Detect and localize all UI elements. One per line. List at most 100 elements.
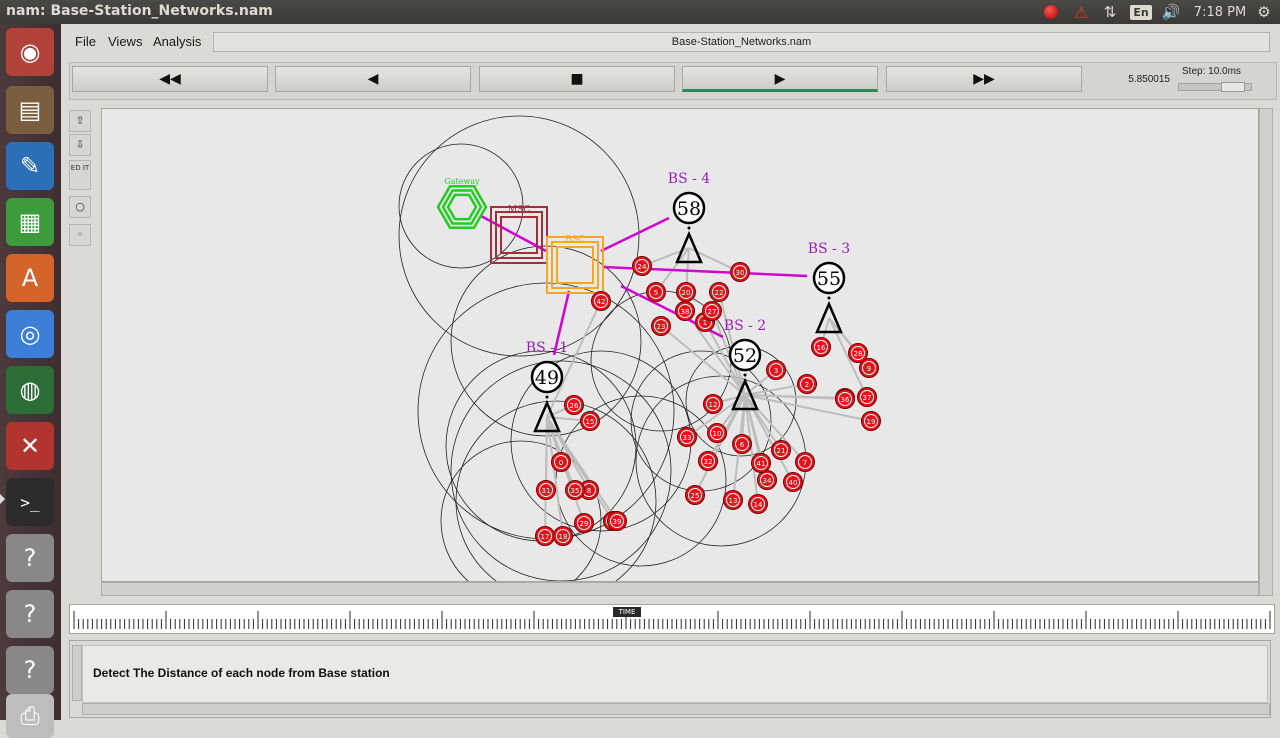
warning-icon[interactable]: ⚠ xyxy=(1070,2,1092,22)
label-bs3: BS - 3 xyxy=(808,241,850,257)
launcher: ◉ ▤ ✎ ▦ A ◎ ◍ ✕ >_ ? ? ? ⎙ xyxy=(0,24,62,738)
network-canvas[interactable]: 49525558 0123456789101112131415161718192… xyxy=(101,108,1259,582)
mobile-node-id: 23 xyxy=(657,323,666,331)
language-label: En xyxy=(1130,4,1152,20)
annotation-panel: Detect The Distance of each node from Ba… xyxy=(69,640,1271,718)
printer-icon[interactable]: ⎙ xyxy=(6,694,54,738)
mobile-node-id: 35 xyxy=(571,487,580,495)
network-icon[interactable]: ⇅ xyxy=(1100,2,1120,22)
rewind-button[interactable]: ◀◀ xyxy=(72,66,268,92)
view-tools: ⇧ ⇩ ED IT ○ ◦ xyxy=(69,108,93,258)
playback-controls: ◀◀ ◀ ■ ▶ ▶▶ 5.850015 Step: 10.0ms xyxy=(69,62,1277,100)
label-bs4: BS - 4 xyxy=(668,171,711,187)
help-icon[interactable]: ? xyxy=(6,590,54,638)
help-icon[interactable]: ? xyxy=(6,646,54,694)
time-marker[interactable]: TIME xyxy=(613,607,641,617)
menu-analysis[interactable]: Analysis xyxy=(153,34,201,49)
label-bs1: BS - 1 xyxy=(526,340,568,356)
zoom-in-icon[interactable]: ⇧ xyxy=(69,110,91,132)
clock[interactable]: 7:18 PM xyxy=(1190,2,1250,22)
menu-file[interactable]: File xyxy=(75,34,96,49)
mobile-node-id: 5 xyxy=(654,289,658,297)
volume-icon[interactable]: 🔊 xyxy=(1160,2,1182,22)
mobile-node-id: 18 xyxy=(559,533,568,541)
network-topology-svg[interactable]: 49525558 0123456789101112131415161718192… xyxy=(102,109,1258,581)
mobile-node-id: 2 xyxy=(805,381,809,389)
step-label: Step: 10.0ms xyxy=(1182,66,1241,77)
mobile-node-id: 37 xyxy=(863,394,872,402)
wired-link xyxy=(600,216,670,253)
msc-square xyxy=(500,216,538,254)
edit-button[interactable]: ED IT xyxy=(69,160,91,190)
software-center-icon[interactable]: A xyxy=(6,254,54,302)
record-indicator-icon[interactable] xyxy=(1041,2,1061,22)
mobile-node-id: 34 xyxy=(763,477,772,485)
current-time-readout: 5.850015 xyxy=(1128,74,1170,85)
play-forward-button[interactable]: ▶ xyxy=(682,66,878,92)
annotation-text[interactable]: Detect The Distance of each node from Ba… xyxy=(93,666,390,680)
annotation-vertical-scrollbar[interactable] xyxy=(72,645,82,701)
mobile-node-id: 30 xyxy=(736,269,745,277)
mobile-node-id: 32 xyxy=(704,458,713,466)
bsc-square xyxy=(551,241,599,289)
stop-button[interactable]: ■ xyxy=(479,66,675,92)
step-slider-thumb[interactable] xyxy=(1221,82,1245,92)
base-station-id: 58 xyxy=(677,198,701,220)
fast-forward-button[interactable]: ▶▶ xyxy=(886,66,1082,92)
mobile-node-id: 26 xyxy=(570,402,579,410)
mobile-node-id: 31 xyxy=(542,487,551,495)
mobile-node-id: 19 xyxy=(867,418,876,426)
mobile-node-id: 24 xyxy=(638,263,647,271)
menubar: File Views Analysis Base-Station_Network… xyxy=(61,24,1280,58)
zoom-out-icon[interactable]: ⇩ xyxy=(69,134,91,156)
antenna-dot xyxy=(827,296,831,300)
antenna-dot xyxy=(687,226,691,230)
canvas-vertical-scrollbar[interactable] xyxy=(1259,108,1273,596)
gateway-hexagon xyxy=(436,184,488,230)
wireless-link xyxy=(545,416,548,491)
step-slider[interactable] xyxy=(1178,82,1252,92)
chromium-icon[interactable]: ◎ xyxy=(6,310,54,358)
terminal-icon[interactable]: >_ xyxy=(6,478,54,526)
antenna-dot xyxy=(743,373,747,377)
system-settings-icon[interactable]: ✕ xyxy=(6,422,54,470)
files-icon[interactable]: ▤ xyxy=(6,86,54,134)
mobile-node-id: 27 xyxy=(708,308,717,316)
play-backward-button[interactable]: ◀ xyxy=(275,66,471,92)
annotation-list[interactable]: Detect The Distance of each node from Ba… xyxy=(82,645,1268,703)
calc-icon[interactable]: ▦ xyxy=(6,198,54,246)
base-station-id: 52 xyxy=(733,345,757,367)
timeline[interactable]: TIME xyxy=(69,604,1275,634)
circle-large-icon[interactable]: ○ xyxy=(69,196,91,218)
mobile-node-id: 1 xyxy=(703,319,707,327)
top-panel: nam: Base-Station_Networks.nam ⚠ ⇅ En 🔊 … xyxy=(0,0,1280,24)
mobile-node-id: 25 xyxy=(691,492,700,500)
writer-icon[interactable]: ✎ xyxy=(6,142,54,190)
mobile-node-id: 15 xyxy=(586,418,595,426)
ubuntu-dash-icon[interactable]: ◉ xyxy=(6,28,54,76)
mobile-node-id: 10 xyxy=(713,430,722,438)
label-msc: MSC xyxy=(508,205,530,215)
help-icon[interactable]: ? xyxy=(6,534,54,582)
mobile-node-id: 39 xyxy=(613,518,622,526)
system-gear-icon[interactable]: ⚙ xyxy=(1254,2,1274,22)
menu-views[interactable]: Views xyxy=(108,34,142,49)
running-indicator-icon xyxy=(0,494,5,504)
label-gateway: Gateway xyxy=(444,177,480,186)
globe-icon[interactable]: ◍ xyxy=(6,366,54,414)
msc-square xyxy=(495,211,543,259)
mobile-node-id: 8 xyxy=(587,487,591,495)
mobile-node-id: 0 xyxy=(559,459,563,467)
keyboard-language-indicator[interactable]: En xyxy=(1130,2,1152,22)
circle-small-icon[interactable]: ◦ xyxy=(69,224,91,246)
mobile-node-id: 28 xyxy=(854,350,863,358)
annotation-horizontal-scrollbar[interactable] xyxy=(82,703,1270,715)
label-bs2: BS - 2 xyxy=(724,318,766,334)
base-station-id: 49 xyxy=(535,367,559,389)
mobile-node-id: 36 xyxy=(841,396,850,404)
nam-window: File Views Analysis Base-Station_Network… xyxy=(61,24,1280,720)
window-title: nam: Base-Station_Networks.nam xyxy=(6,3,273,19)
canvas-horizontal-scrollbar[interactable] xyxy=(101,582,1259,596)
mobile-node-id: 12 xyxy=(709,401,718,409)
base-station-id: 55 xyxy=(817,268,841,290)
